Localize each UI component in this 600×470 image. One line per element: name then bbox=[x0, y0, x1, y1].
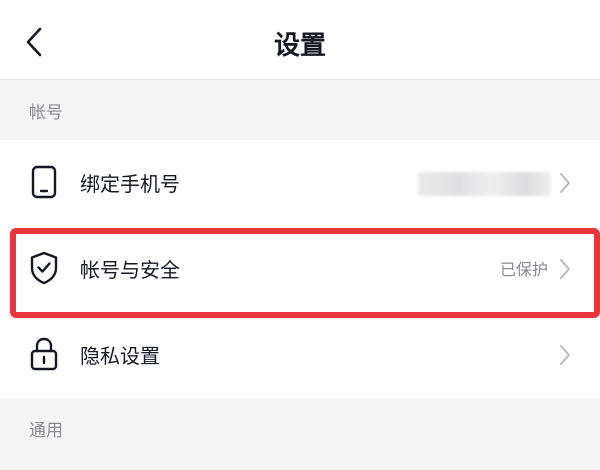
settings-row-bind-phone[interactable]: 绑定手机号 bbox=[0, 140, 600, 226]
settings-row-privacy[interactable]: 隐私设置 bbox=[0, 312, 600, 398]
navigation-bar: 设置 bbox=[0, 0, 600, 80]
settings-row-label: 帐号与安全 bbox=[80, 258, 180, 282]
chevron-right-icon bbox=[558, 343, 572, 367]
security-status-value: 已保护 bbox=[499, 260, 548, 279]
shield-check-icon bbox=[26, 250, 62, 286]
chevron-right-icon bbox=[558, 171, 572, 195]
settings-row-label: 绑定手机号 bbox=[80, 172, 180, 196]
masked-phone-number bbox=[418, 172, 551, 196]
settings-row-account-security[interactable]: 帐号与安全 已保护 bbox=[0, 226, 600, 312]
page-title: 设置 bbox=[273, 31, 326, 61]
section-header-general: 通用 bbox=[0, 398, 600, 470]
chevron-right-icon bbox=[558, 257, 572, 281]
section-header-account: 帐号 bbox=[0, 80, 600, 140]
lock-icon bbox=[26, 336, 62, 372]
phone-icon bbox=[26, 164, 62, 200]
settings-row-label: 隐私设置 bbox=[80, 344, 160, 368]
